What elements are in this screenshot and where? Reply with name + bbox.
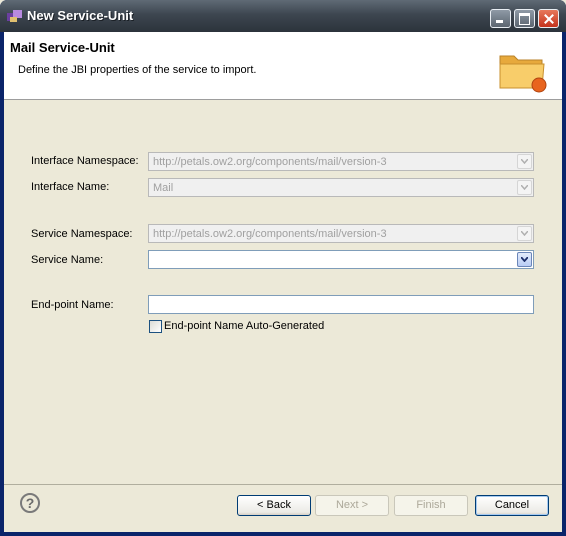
close-button[interactable]: [538, 9, 559, 28]
service-name-combo[interactable]: [148, 250, 534, 269]
chevron-down-icon[interactable]: [517, 226, 532, 241]
window-title: New Service-Unit: [27, 8, 134, 23]
endpoint-auto-generated-checkbox[interactable]: [149, 320, 162, 333]
wizard-window: New Service-Unit Mail Service-Unit Defin…: [0, 0, 566, 536]
chevron-down-icon[interactable]: [517, 154, 532, 169]
minimize-button[interactable]: [490, 9, 511, 28]
interface-namespace-value: http://petals.ow2.org/components/mail/ve…: [153, 156, 387, 168]
service-name-label: Service Name:: [31, 254, 104, 266]
wizard-app-icon: [7, 10, 22, 22]
button-bar-separator: [4, 484, 562, 485]
banner-title: Mail Service-Unit: [10, 40, 115, 55]
interface-name-value: Mail: [153, 182, 174, 194]
dialog-body: Mail Service-Unit Define the JBI propert…: [4, 32, 562, 532]
chevron-down-icon[interactable]: [517, 252, 532, 267]
next-button[interactable]: Next >: [315, 495, 389, 516]
service-namespace-value: http://petals.ow2.org/components/mail/ve…: [153, 228, 387, 240]
interface-name-label: Interface Name:: [31, 181, 110, 193]
service-namespace-label: Service Namespace:: [31, 228, 133, 240]
wizard-banner: Mail Service-Unit Define the JBI propert…: [4, 32, 562, 100]
finish-button[interactable]: Finish: [394, 495, 468, 516]
banner-description: Define the JBI properties of the service…: [18, 64, 257, 76]
endpoint-auto-generated-label[interactable]: End-point Name Auto-Generated: [164, 320, 324, 332]
help-icon[interactable]: ?: [20, 493, 40, 513]
interface-name-combo[interactable]: Mail: [148, 178, 534, 197]
chevron-down-icon[interactable]: [517, 180, 532, 195]
cancel-button[interactable]: Cancel: [475, 495, 549, 516]
back-button[interactable]: < Back: [237, 495, 311, 516]
interface-namespace-label: Interface Namespace:: [31, 155, 139, 167]
endpoint-name-label: End-point Name:: [31, 299, 114, 311]
title-bar[interactable]: New Service-Unit: [0, 0, 566, 32]
maximize-button[interactable]: [514, 9, 535, 28]
service-namespace-combo[interactable]: http://petals.ow2.org/components/mail/ve…: [148, 224, 534, 243]
interface-namespace-combo[interactable]: http://petals.ow2.org/components/mail/ve…: [148, 152, 534, 171]
endpoint-name-input[interactable]: [148, 295, 534, 314]
folder-icon: [499, 55, 547, 93]
